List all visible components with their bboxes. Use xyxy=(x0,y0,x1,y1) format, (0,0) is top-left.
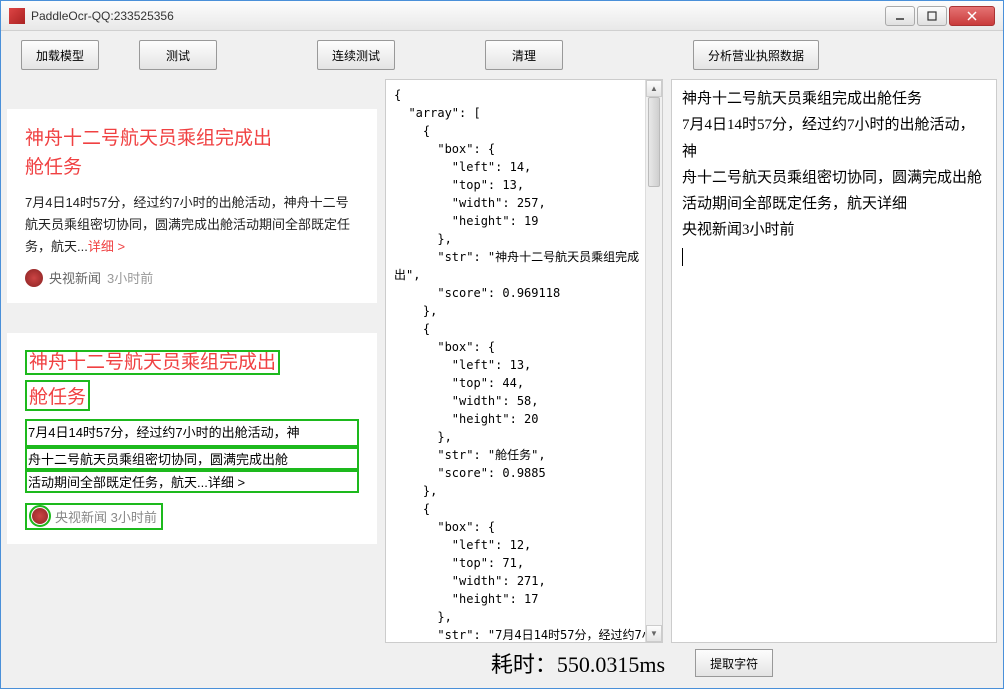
extracted-line: 神舟十二号航天员乘组完成出舱任务 xyxy=(682,86,986,112)
extracted-line: 舟十二号航天员乘组密切协同，圆满完成出舱 xyxy=(682,165,986,191)
json-output-panel[interactable]: { "array": [ { "box": { "left": 14, "top… xyxy=(385,79,663,643)
analyze-button[interactable]: 分析营业执照数据 xyxy=(693,40,819,70)
timing-label: 耗时：550.0315ms xyxy=(491,647,665,679)
avatar-icon xyxy=(25,269,43,287)
detail-link[interactable]: 详细 > xyxy=(88,239,125,254)
news-title: 神舟十二号航天员乘组完成出 舱任务 xyxy=(25,125,359,182)
scrollbar-vertical[interactable]: ▲ ▼ xyxy=(645,80,662,642)
test-button[interactable]: 测试 xyxy=(139,40,217,70)
clear-button[interactable]: 清理 xyxy=(485,40,563,70)
news-meta: 央视新闻 3小时前 xyxy=(25,268,359,287)
news-body: 7月4日14时57分，经过约7小时的出舱活动，神舟十二号航天员乘组密切协同，圆满… xyxy=(25,192,359,258)
extracted-line: 央视新闻3小时前 xyxy=(682,217,986,243)
scroll-down-icon[interactable]: ▼ xyxy=(646,625,662,642)
timing-value: 550.0315ms xyxy=(557,652,665,677)
scroll-thumb[interactable] xyxy=(648,97,660,187)
extracted-line: 活动期间全部既定任务，航天详细 xyxy=(682,191,986,217)
app-window: PaddleOcr-QQ:233525356 加载模型 测试 连续测试 清理 分… xyxy=(0,0,1004,689)
news-source: 央视新闻 xyxy=(49,268,101,287)
footer: 耗时：550.0315ms 提取字符 xyxy=(1,643,1003,683)
scroll-up-icon[interactable]: ▲ xyxy=(646,80,662,97)
news-time: 3小时前 xyxy=(107,268,153,287)
content-area: 神舟十二号航天员乘组完成出 舱任务 7月4日14时57分，经过约7小时的出舱活动… xyxy=(1,79,1003,643)
extract-chars-button[interactable]: 提取字符 xyxy=(695,649,773,677)
close-button[interactable] xyxy=(949,6,995,26)
ocr-box-title-1: 神舟十二号航天员乘组完成出 xyxy=(25,350,280,375)
extracted-line: 7月4日14时57分，经过约7小时的出舱活动，神 xyxy=(682,112,986,165)
toolbar: 加载模型 测试 连续测试 清理 分析营业执照数据 xyxy=(1,31,1003,79)
ocr-box-meta: 央视新闻 3小时前 xyxy=(25,503,163,530)
left-panel: 神舟十二号航天员乘组完成出 舱任务 7月4日14时57分，经过约7小时的出舱活动… xyxy=(7,79,377,643)
minimize-button[interactable] xyxy=(885,6,915,26)
ocr-box-title-2: 舱任务 xyxy=(25,380,90,411)
json-output-text[interactable]: { "array": [ { "box": { "left": 14, "top… xyxy=(386,80,662,643)
window-title: PaddleOcr-QQ:233525356 xyxy=(31,9,883,23)
ocr-box-body-2: 舟十二号航天员乘组密切协同，圆满完成出舱 xyxy=(25,447,359,470)
continuous-test-button[interactable]: 连续测试 xyxy=(317,40,395,70)
ocr-box-body-3: 活动期间全部既定任务，航天...详细 > xyxy=(25,470,359,493)
avatar-icon xyxy=(31,507,49,525)
text-cursor xyxy=(682,248,683,266)
ocr-box-body-1: 7月4日14时57分，经过约7小时的出舱活动，神 xyxy=(25,419,359,446)
app-icon xyxy=(9,8,25,24)
maximize-button[interactable] xyxy=(917,6,947,26)
window-controls xyxy=(883,6,995,26)
scroll-track[interactable] xyxy=(646,97,662,625)
load-model-button[interactable]: 加载模型 xyxy=(21,40,99,70)
titlebar[interactable]: PaddleOcr-QQ:233525356 xyxy=(1,1,1003,31)
extracted-text-panel[interactable]: 神舟十二号航天员乘组完成出舱任务 7月4日14时57分，经过约7小时的出舱活动，… xyxy=(671,79,997,643)
news-card-original: 神舟十二号航天员乘组完成出 舱任务 7月4日14时57分，经过约7小时的出舱活动… xyxy=(7,109,377,303)
news-card-annotated: 神舟十二号航天员乘组完成出 舱任务 7月4日14时57分，经过约7小时的出舱活动… xyxy=(7,333,377,543)
